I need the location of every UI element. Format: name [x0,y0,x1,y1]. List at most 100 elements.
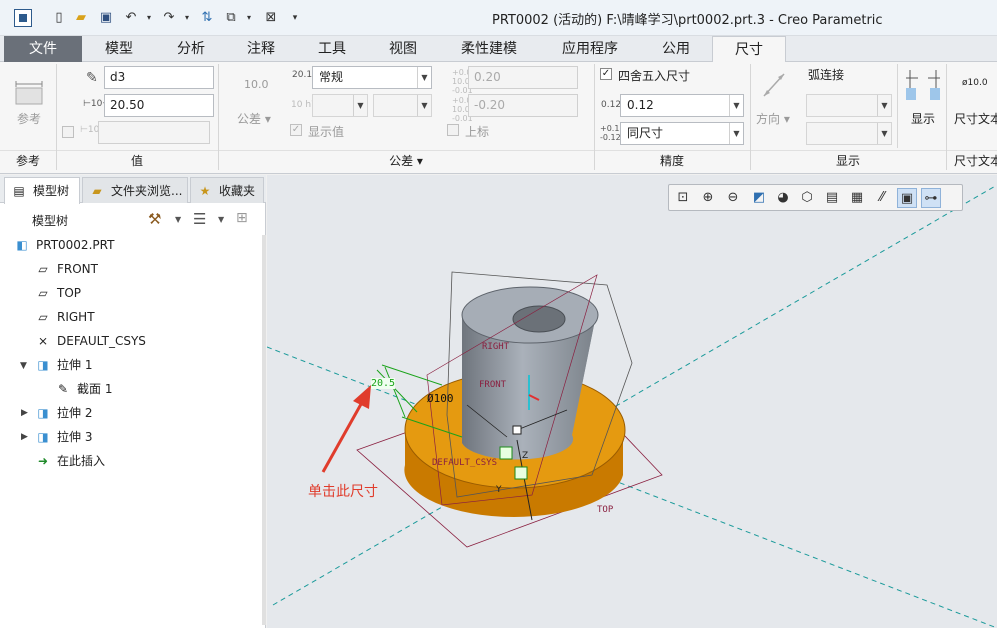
spin-center-icon[interactable]: ⊶ [921,188,941,208]
zoom-in-icon[interactable]: ⊕ [698,188,718,208]
folder-icon: ▰ [92,184,102,198]
zoom-out-icon[interactable]: ⊖ [723,188,743,208]
tree-item-label: DEFAULT_CSYS [57,334,146,348]
settings-tools-icon[interactable]: ⚒ [148,210,161,228]
tab-dimension[interactable]: 尺寸 [712,36,786,63]
expand-icon[interactable]: ▶ [21,432,28,442]
tab-model-tree[interactable]: ▤ 模型树 [4,177,80,204]
new-file-icon[interactable]: ▯ [50,9,68,27]
show-dropdown-icon[interactable]: ▼ [218,215,224,224]
annotation-arrow [321,396,367,473]
superscript-checkbox[interactable] [447,124,459,136]
tolerance-mode-select[interactable]: 常规 ▼ [312,66,432,89]
dimension-text-icon: ø10.0 [962,78,988,88]
model-tree-panel: ▤ 模型树 ▰ 文件夹浏览... ★ 收藏夹 模型树 ⚒ ▼ ☰ ▼ ⊞ ◧ PRT00… [0,175,266,628]
tab-common[interactable]: 公用 [640,36,712,62]
reference-icon[interactable] [14,76,44,106]
perspective-icon[interactable]: ▦ [847,188,867,208]
dimension-text-button[interactable]: 尺寸文本 [954,110,997,127]
model-viewport[interactable] [267,175,997,628]
show-value-label: 显示值 [308,125,345,139]
collapse-icon[interactable]: ▼ [20,361,27,371]
tab-applications[interactable]: 应用程序 [540,36,640,62]
tree-item-label: 在此插入 [57,454,106,468]
tab-tools[interactable]: 工具 [296,36,368,62]
dimension-20-5[interactable]: 20.5 [371,378,396,389]
label-top: TOP [597,505,614,515]
redo-dropdown-icon[interactable]: ▾ [178,9,196,27]
display-style-icon[interactable]: ◕ [773,188,793,208]
customize-toolbar-icon[interactable]: ▾ [286,9,304,27]
override-value-input[interactable] [98,121,210,144]
windows-icon[interactable]: ⧉ [222,9,240,27]
tab-model-tree-label: 模型树 [33,184,70,198]
panel-scrollbar[interactable] [262,235,266,625]
direction-icon [760,70,788,100]
repaint-icon[interactable]: ◩ [749,188,769,208]
dual-dimension-select[interactable]: 同尺寸 ▼ [620,122,744,145]
axis-label-z: Z [522,451,529,461]
part-icon: ◧ [16,238,28,252]
windows-dropdown-icon[interactable]: ▾ [240,9,258,27]
saved-orientations-icon[interactable]: ⬡ [797,188,817,208]
round-dimension-checkbox[interactable]: ✓ [600,68,612,80]
drag-handle[interactable] [512,425,522,435]
dimension-value-input[interactable]: 20.50 [104,94,214,117]
tab-file[interactable]: 文件 [4,36,82,62]
tolerance-group-label[interactable]: 公差 ▾ [218,152,594,170]
close-window-icon[interactable]: ⊠ [262,9,280,27]
tab-favorites[interactable]: ★ 收藏夹 [190,177,264,203]
annotation-display-icon[interactable]: ▣ [897,188,917,208]
tab-favorites-label: 收藏夹 [219,184,256,198]
redo-icon[interactable]: ↷ [160,9,178,27]
tab-flexible-modeling[interactable]: 柔性建模 [438,36,540,62]
undo-icon[interactable]: ↶ [122,9,140,27]
override-checkbox[interactable] [62,126,74,138]
tolerance-button[interactable]: 公差 ▾ [237,110,271,127]
arc-connect-select-1[interactable]: ▼ [806,94,892,117]
tolerance-class-select-2[interactable]: ▼ [373,94,432,117]
chevron-down-icon: ▼ [417,95,431,116]
lower-tolerance-input[interactable]: -0.20 [468,94,578,117]
tab-analysis[interactable]: 分析 [156,36,226,62]
extrude-icon: ◨ [37,430,49,444]
dimension-diameter[interactable]: Ø100 [427,392,454,405]
view-manager-icon[interactable]: ▤ [822,188,842,208]
save-icon[interactable]: ▣ [97,9,115,27]
display-group-label: 显示 [835,154,860,168]
hole-icon[interactable] [512,305,566,333]
refit-icon[interactable]: ⊡ [673,188,693,208]
upper-tolerance-input[interactable]: 0.20 [468,66,578,89]
undo-dropdown-icon[interactable]: ▾ [140,9,158,27]
drag-handle[interactable] [514,466,528,480]
direction-button[interactable]: 方向 ▾ [756,110,790,127]
tolerance-class-select-1[interactable]: ▼ [312,94,368,117]
settings-dropdown-icon[interactable]: ▼ [175,215,181,224]
arc-connect-select-2[interactable]: ▼ [806,122,892,145]
drag-handle[interactable] [499,446,513,460]
value-group-label: 值 [130,154,143,168]
graphics-window[interactable]: 20.5 Ø100 RIGHT FRONT DEFAULT_CSYS TOP Z… [267,175,997,628]
tab-folder-browser[interactable]: ▰ 文件夹浏览... [82,177,188,203]
expand-icon[interactable]: ▶ [21,408,28,418]
ribbon: 参考 参考 ✎ d3 ⊢10⊣ 20.50 ⊢10⊣ 值 10.0 公差 ▾ 2… [0,62,997,174]
open-folder-icon[interactable]: ▰ [72,9,90,27]
menu-bar: 文件 模型 分析 注释 工具 视图 柔性建模 应用程序 公用 尺寸 [0,36,997,63]
tab-model[interactable]: 模型 [82,36,156,62]
show-columns-icon[interactable]: ☰ [193,210,206,228]
filter-icon[interactable]: ⊞ [236,210,248,226]
name-input[interactable]: d3 [104,66,214,89]
superscript-label: 上标 [465,125,490,139]
round-dimension-label: 四舍五入尺寸 [618,69,691,83]
tab-view[interactable]: 视图 [368,36,438,62]
regenerate-icon[interactable]: ⇅ [198,9,216,27]
tab-annotate[interactable]: 注释 [226,36,296,62]
display-button[interactable]: 显示 [911,110,935,127]
dimension-leader [376,369,418,413]
model-tree-icon: ▤ [13,184,25,198]
decimal-places-select[interactable]: 0.12 ▼ [620,94,744,117]
app-icon [14,9,32,27]
datum-display-icon[interactable]: ⁄⁄ [872,188,892,208]
reference-button[interactable]: 参考 [17,110,41,127]
show-value-checkbox[interactable]: ✓ [290,124,302,136]
